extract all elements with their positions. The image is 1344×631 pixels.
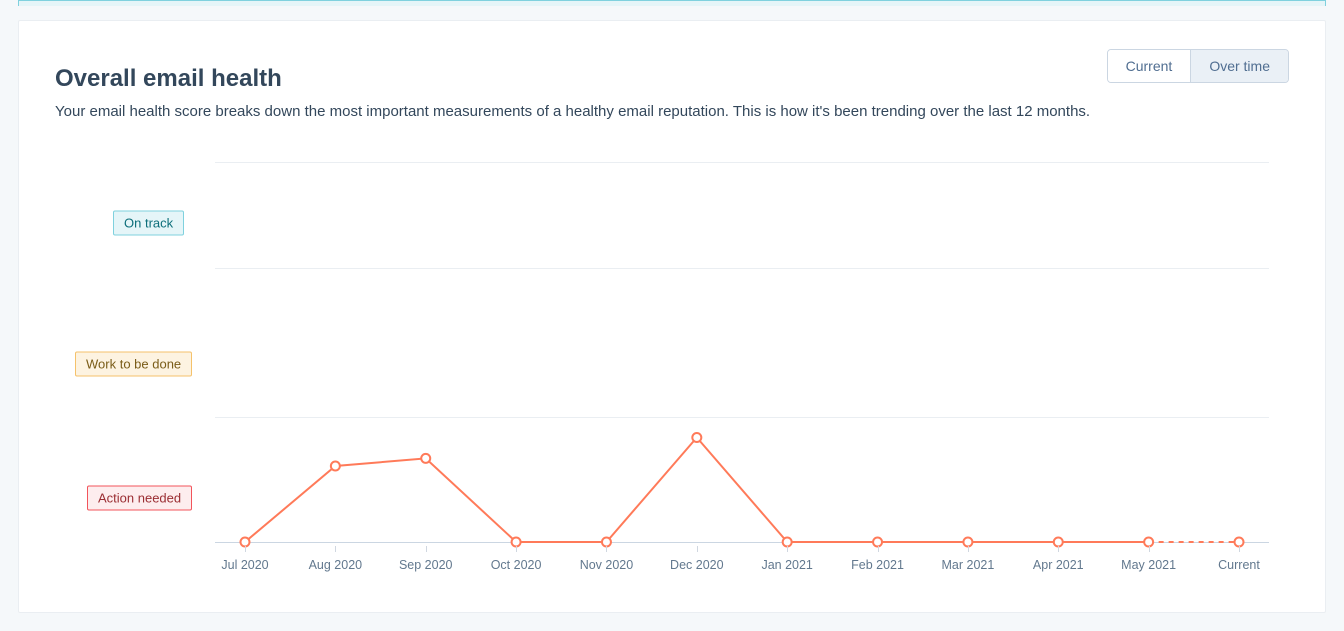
x-axis-label: Apr 2021 — [1033, 558, 1084, 572]
x-axis-tick — [426, 546, 427, 552]
y-badge-work-to-be-done: Work to be done — [75, 351, 192, 376]
x-axis-labels: Jul 2020 Aug 2020 Sep 2020 Oct 2020 Nov 2020… — [215, 552, 1269, 582]
toggle-current-button[interactable]: Current — [1108, 50, 1191, 82]
x-axis-tick — [787, 546, 788, 552]
chart-line-svg — [215, 162, 1269, 542]
x-axis-label: Jul 2020 — [221, 558, 268, 572]
x-axis-tick — [245, 546, 246, 552]
x-axis-label: Mar 2021 — [942, 558, 995, 572]
x-axis-tick — [606, 546, 607, 552]
x-axis-label: May 2021 — [1121, 558, 1176, 572]
x-axis-label: Jan 2021 — [761, 558, 812, 572]
plot-area — [215, 162, 1269, 542]
health-trend-chart: On track Work to be done Action needed J… — [75, 162, 1269, 582]
x-axis-label: Oct 2020 — [491, 558, 542, 572]
header-text-group: Overall email health Your email health s… — [55, 47, 1090, 138]
x-axis-tick — [516, 546, 517, 552]
x-axis-label: Sep 2020 — [399, 558, 453, 572]
page-title: Overall email health — [55, 65, 1090, 93]
x-axis-label: Current — [1218, 558, 1260, 572]
x-axis-label: Dec 2020 — [670, 558, 724, 572]
x-axis-tick — [1058, 546, 1059, 552]
y-badge-action-needed: Action needed — [87, 486, 192, 511]
page-subtitle: Your email health score breaks down the … — [55, 103, 1090, 120]
x-axis-tick — [1149, 546, 1150, 552]
view-toggle: Current Over time — [1107, 49, 1289, 83]
x-axis-label: Aug 2020 — [309, 558, 363, 572]
card-header: Overall email health Your email health s… — [55, 47, 1289, 138]
x-axis-tick — [878, 546, 879, 552]
x-axis-label: Nov 2020 — [580, 558, 634, 572]
email-health-card: Overall email health Your email health s… — [18, 20, 1326, 613]
x-axis-label: Feb 2021 — [851, 558, 904, 572]
toggle-over-time-button[interactable]: Over time — [1190, 50, 1288, 82]
x-axis-tick — [335, 546, 336, 552]
x-axis-tick — [697, 546, 698, 552]
x-axis-tick — [968, 546, 969, 552]
y-badge-on-track: On track — [113, 210, 184, 235]
x-axis-tick — [1239, 546, 1240, 552]
top-banner-strip — [18, 0, 1326, 6]
